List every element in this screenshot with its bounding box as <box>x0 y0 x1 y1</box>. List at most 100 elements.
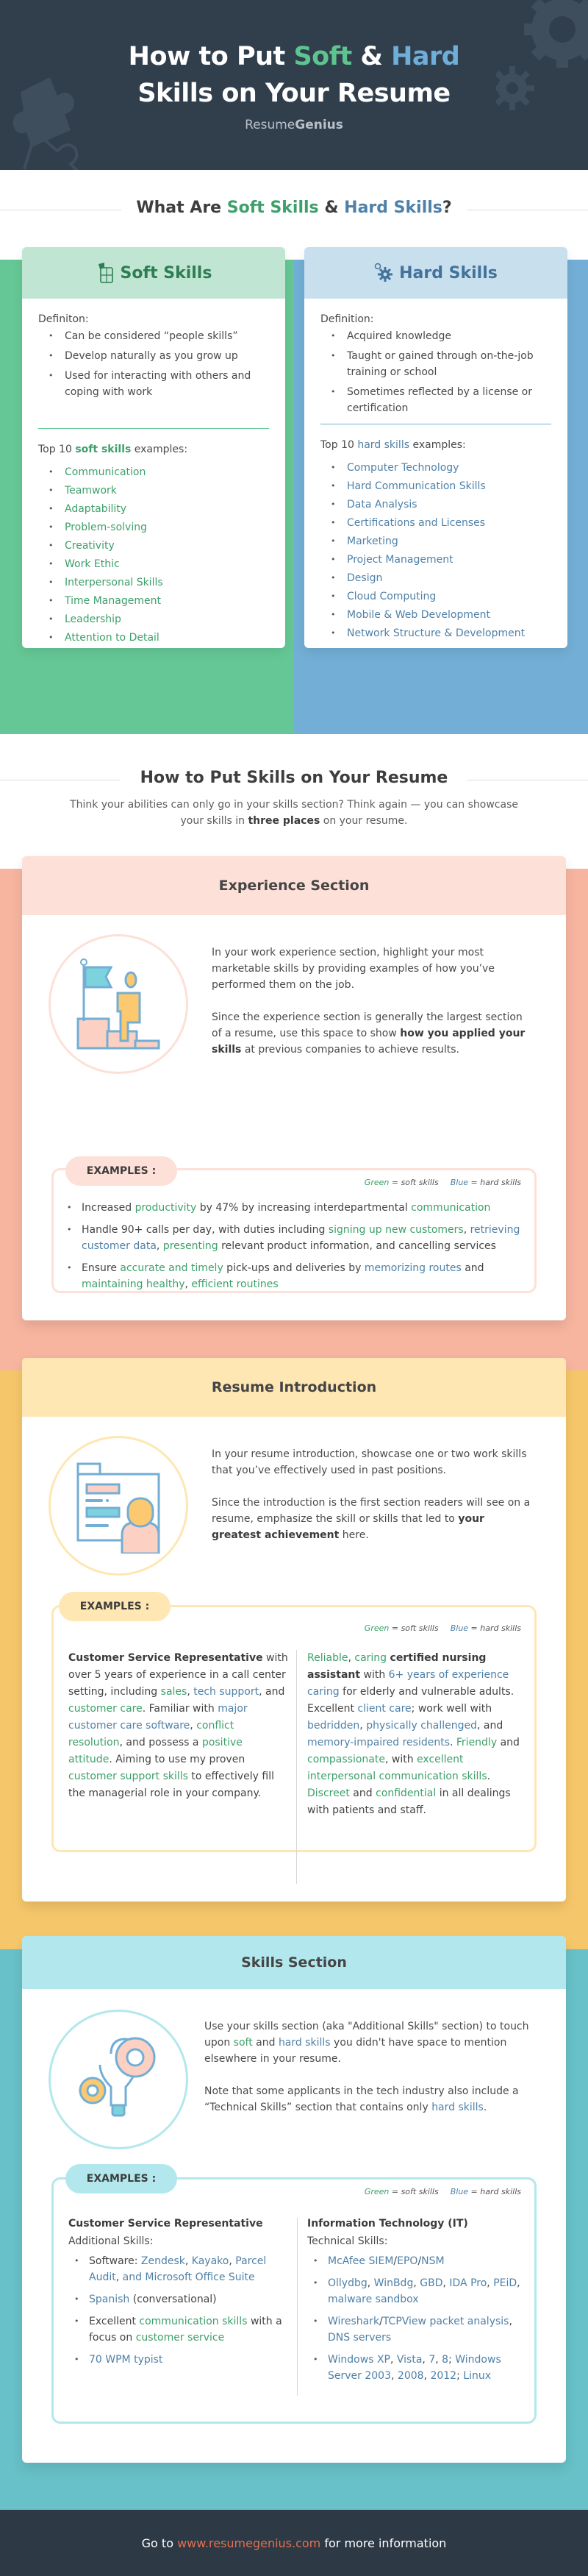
soft-skill-highlight: presenting <box>162 1240 218 1252</box>
text-segment: , and <box>477 1720 503 1732</box>
website-link[interactable]: www.resumegenius.com <box>177 2536 320 2550</box>
list-item: Design <box>331 570 551 586</box>
text-segment: , <box>359 1720 367 1732</box>
hard-skills-list: Computer Technology Hard Communication Sk… <box>320 460 551 641</box>
list-item: Communication <box>49 464 269 480</box>
text-segment: , <box>463 1224 470 1236</box>
text-segment: , <box>435 2354 442 2366</box>
hard-skill-highlight: hard skills <box>431 2102 484 2113</box>
list-item: Can be considered “people skills” <box>49 328 269 344</box>
examples-tab: EXAMPLES : <box>59 1592 171 1621</box>
list-item: Ollydbg, WinBdg, GBD, IDA Pro, PEiD, mal… <box>307 2275 528 2308</box>
text-segment: , <box>422 2354 429 2366</box>
definition-label: Definition: <box>320 313 374 325</box>
introduction-description: In your resume introduction, showcase on… <box>212 1448 531 1541</box>
soft-skill-highlight: communication skills <box>139 2316 248 2327</box>
soft-skill-highlight: accurate and timely <box>120 1262 223 1274</box>
list-item: Wireshark/TCPView packet analysis, DNS s… <box>307 2313 528 2346</box>
text-segment: and <box>252 2037 279 2049</box>
list-item: Hard Communication Skills <box>331 478 551 494</box>
skills-illustration <box>49 2010 188 2149</box>
skills-description: Use your skills section (aka "Additional… <box>204 2018 535 2132</box>
footer: Go to www.resumegenius.com for more info… <box>0 2510 588 2576</box>
lightbulb-gears-icon <box>79 2037 156 2117</box>
text-segment: Handle 90+ calls per day, with duties in… <box>82 1224 329 1236</box>
hard-skill-highlight: and Microsoft Office Suite <box>122 2271 255 2283</box>
list-item: Creativity <box>49 538 269 554</box>
title-hard: Hard <box>391 42 460 71</box>
hard-skill-highlight: malware sandbox <box>328 2294 419 2305</box>
technical-skills-list: McAfee SIEM/EPO/NSM Ollydbg, WinBdg, GBD,… <box>307 2253 528 2384</box>
list-item: Network Structure & Development <box>331 625 551 641</box>
brand-logo[interactable]: ResumeGenius <box>0 118 588 132</box>
hard-skill-highlight: 7 <box>429 2354 436 2366</box>
list-item: Data Analysis <box>331 497 551 513</box>
introduction-card-header: Resume Introduction <box>22 1358 566 1417</box>
presenter-board-icon <box>76 1462 160 1554</box>
text-segment: and <box>461 1262 484 1274</box>
hard-skill-highlight: Kayako <box>191 2255 229 2267</box>
examples-tab: EXAMPLES : <box>65 1156 177 1186</box>
soft-skill-highlight: soft <box>233 2037 253 2049</box>
soft-skill-highlight: Friendly <box>456 1737 498 1748</box>
soft-skill-highlight: Reliable <box>307 1652 348 1664</box>
list-item: Computer Technology <box>331 460 551 476</box>
list-item: Attention to Detail <box>49 630 269 646</box>
hard-skills-card-header: Hard Skills <box>304 247 567 299</box>
hard-skill-highlight: McAfee SIEM <box>328 2255 394 2267</box>
experience-examples-list: Increased productivity by 47% by increas… <box>61 1200 524 1298</box>
text-segment: ; work well with <box>411 1703 492 1715</box>
text-segment: . Familiar with <box>142 1703 218 1715</box>
text-segment: . <box>487 1771 491 1782</box>
text-segment: , <box>413 2277 420 2289</box>
color-legend: Green = soft skills Blue = hard skills <box>364 1623 521 1633</box>
hard-skill-highlight: Ollydbg <box>328 2277 368 2289</box>
text-segment: Increased <box>82 1202 135 1214</box>
text-segment: , <box>517 2277 520 2289</box>
bold-text: Customer Service Representative <box>68 1652 263 1664</box>
text-segment: and <box>497 1737 520 1748</box>
list-item: 70 WPM typist <box>68 2352 293 2368</box>
skills-card: Skills Section Use your skills section (… <box>22 1936 566 2463</box>
hard-skill-highlight: Linux <box>463 2370 491 2382</box>
soft-skill-highlight: productivity <box>135 1202 197 1214</box>
soft-skill-highlight: confidential <box>376 1787 437 1799</box>
introduction-card: Resume Introduction In your resume intro… <box>22 1358 566 1901</box>
hard-skill-highlight: WinBdg <box>373 2277 414 2289</box>
skills-examples-box: Green = soft skills Blue = hard skills Cu… <box>51 2177 537 2424</box>
list-item: Acquired knowledge <box>331 328 551 344</box>
text-segment: Excellent <box>89 2316 140 2327</box>
hard-skill-highlight: client care <box>357 1703 412 1715</box>
section-heading-how-to: How to Put Skills on Your Resume <box>140 769 448 787</box>
list-item: Excellent communication skills with a fo… <box>68 2313 293 2346</box>
text-segment: , <box>391 2370 398 2382</box>
list-item: Taught or gained through on-the-job trai… <box>331 348 551 380</box>
hard-skill-highlight: hard skills <box>278 2037 331 2049</box>
soft-skill-highlight: customer care <box>68 1703 143 1715</box>
hard-skill-highlight: Zendesk <box>140 2255 185 2267</box>
list-item: Time Management <box>49 593 269 609</box>
soft-skill-highlight: communication <box>411 1202 491 1214</box>
puzzle-icon <box>98 263 113 283</box>
hard-skill-highlight: Vista <box>396 2354 423 2366</box>
skills-card-header: Skills Section <box>22 1936 566 1989</box>
hard-skill-highlight: NSM <box>421 2255 445 2267</box>
text-segment: Software: <box>89 2255 141 2267</box>
examples-label: Top 10 soft skills examples: <box>38 444 188 455</box>
soft-skill-highlight: customer support skills <box>68 1771 188 1782</box>
hero-banner: How to Put Soft & Hard Skills on Your Re… <box>0 0 588 170</box>
soft-skill-highlight: Discreet <box>307 1787 350 1799</box>
text-segment: . Aiming to use my proven <box>109 1754 245 1765</box>
list-item: Sometimes reflected by a license or cert… <box>331 384 551 416</box>
soft-skills-card-header: Soft Skills <box>22 247 285 299</box>
list-item: Handle 90+ calls per day, with duties in… <box>61 1222 524 1254</box>
hard-skill-highlight: 2008 <box>397 2370 424 2382</box>
text-segment: , and possess a <box>119 1737 202 1748</box>
text-segment: by 47% by increasing interdepartmental <box>196 1202 412 1214</box>
hard-skill-highlight: bedridden <box>307 1720 360 1732</box>
soft-skill-highlight: signing up new customers <box>328 1224 464 1236</box>
hard-skill-highlight: GBD <box>420 2277 443 2289</box>
soft-skill-highlight: customer service <box>135 2332 225 2344</box>
text-segment: , <box>509 2316 512 2327</box>
soft-skill-highlight: efficient routines <box>191 1278 279 1290</box>
